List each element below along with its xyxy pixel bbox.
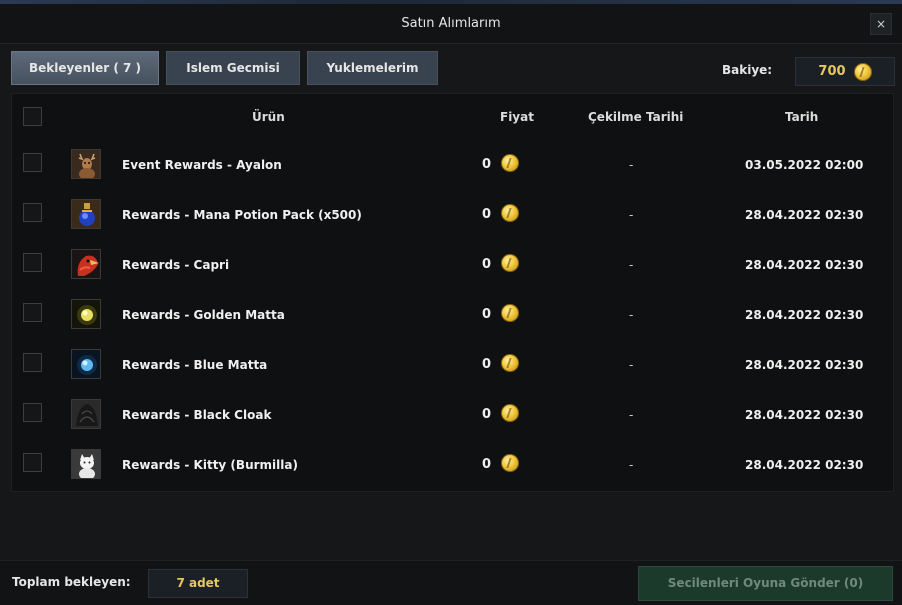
row-checkbox[interactable] — [23, 253, 42, 272]
gold-coin-icon — [501, 354, 519, 372]
item-name: Rewards - Golden Matta — [122, 308, 285, 322]
header-price: Fiyat — [500, 110, 534, 124]
tab-bar: Bekleyenler ( 7 ) Islem Gecmisi Yuklemel… — [11, 51, 438, 85]
table-row[interactable]: Rewards - Mana Potion Pack (x500) 0 - 28… — [12, 190, 893, 240]
blue-orb-icon — [71, 349, 101, 379]
item-draw-date: - — [629, 258, 634, 272]
table-header: Ürün Fiyat Çekilme Tarihi Tarih — [12, 94, 893, 140]
item-draw-date: - — [629, 458, 634, 472]
header-draw-date: Çekilme Tarihi — [588, 110, 684, 124]
send-selected-to-game-button[interactable]: Secilenleri Oyuna Gönder (0) — [638, 566, 893, 601]
kitty-icon — [71, 449, 101, 479]
window-title: Satın Alımlarım — [401, 16, 501, 31]
table-row[interactable]: Rewards - Kitty (Burmilla) 0 - 28.04.202… — [12, 440, 893, 490]
gold-coin-icon — [501, 154, 519, 172]
item-date: 28.04.2022 02:30 — [745, 408, 864, 422]
total-pending-label: Toplam bekleyen: — [12, 575, 131, 589]
table-row[interactable]: Rewards - Black Cloak 0 - 28.04.2022 02:… — [12, 390, 893, 440]
balance-label: Bakiye: — [722, 63, 773, 77]
red-bird-icon — [71, 249, 101, 279]
gold-coin-icon — [501, 404, 519, 422]
table-row[interactable]: Rewards - Golden Matta 0 - 28.04.2022 02… — [12, 290, 893, 340]
close-icon: × — [875, 17, 887, 31]
row-checkbox[interactable] — [23, 203, 42, 222]
gold-coin-icon — [501, 304, 519, 322]
select-all-checkbox[interactable] — [23, 107, 42, 126]
item-draw-date: - — [629, 158, 634, 172]
balance-value: 700 — [818, 64, 846, 79]
item-name: Event Rewards - Ayalon — [122, 158, 282, 172]
item-price: 0 — [482, 457, 492, 472]
purchases-table: Ürün Fiyat Çekilme Tarihi Tarih Event Re… — [11, 93, 894, 492]
row-checkbox[interactable] — [23, 353, 42, 372]
item-price: 0 — [482, 207, 492, 222]
row-checkbox[interactable] — [23, 153, 42, 172]
tab-pending[interactable]: Bekleyenler ( 7 ) — [11, 51, 159, 85]
deer-icon — [71, 149, 101, 179]
table-row[interactable]: Rewards - Blue Matta 0 - 28.04.2022 02:3… — [12, 340, 893, 390]
purchases-window: Satın Alımlarım × Bekleyenler ( 7 ) Isle… — [0, 0, 902, 605]
tab-uploads[interactable]: Yuklemelerim — [307, 51, 438, 85]
header-product: Ürün — [252, 110, 285, 124]
item-draw-date: - — [629, 208, 634, 222]
row-checkbox[interactable] — [23, 303, 42, 322]
item-name: Rewards - Black Cloak — [122, 408, 272, 422]
row-checkbox[interactable] — [23, 453, 42, 472]
item-date: 28.04.2022 02:30 — [745, 208, 864, 222]
gold-coin-icon — [501, 254, 519, 272]
total-pending-value: 7 adet — [148, 569, 248, 598]
mana-potion-icon — [71, 199, 101, 229]
gold-coin-icon — [853, 62, 872, 81]
item-draw-date: - — [629, 358, 634, 372]
golden-orb-icon — [71, 299, 101, 329]
gold-coin-icon — [501, 204, 519, 222]
item-date: 28.04.2022 02:30 — [745, 458, 864, 472]
item-price: 0 — [482, 307, 492, 322]
item-date: 03.05.2022 02:00 — [745, 158, 864, 172]
item-date: 28.04.2022 02:30 — [745, 258, 864, 272]
item-name: Rewards - Kitty (Burmilla) — [122, 458, 298, 472]
item-draw-date: - — [629, 408, 634, 422]
header-date: Tarih — [785, 110, 819, 124]
row-checkbox[interactable] — [23, 403, 42, 422]
table-row[interactable]: Event Rewards - Ayalon 0 - 03.05.2022 02… — [12, 140, 893, 190]
item-name: Rewards - Capri — [122, 258, 230, 272]
black-cloak-icon — [71, 399, 101, 429]
item-price: 0 — [482, 257, 492, 272]
close-button[interactable]: × — [870, 13, 892, 35]
item-price: 0 — [482, 357, 492, 372]
balance-display: 700 — [795, 57, 895, 86]
titlebar: Satın Alımlarım × — [0, 4, 902, 44]
item-price: 0 — [482, 157, 492, 172]
item-name: Rewards - Mana Potion Pack (x500) — [122, 208, 362, 222]
table-row[interactable]: Rewards - Capri 0 - 28.04.2022 02:30 — [12, 240, 893, 290]
item-date: 28.04.2022 02:30 — [745, 308, 864, 322]
tab-transaction-history[interactable]: Islem Gecmisi — [166, 51, 300, 85]
item-date: 28.04.2022 02:30 — [745, 358, 864, 372]
item-name: Rewards - Blue Matta — [122, 358, 268, 372]
item-price: 0 — [482, 407, 492, 422]
gold-coin-icon — [501, 454, 519, 472]
item-draw-date: - — [629, 308, 634, 322]
